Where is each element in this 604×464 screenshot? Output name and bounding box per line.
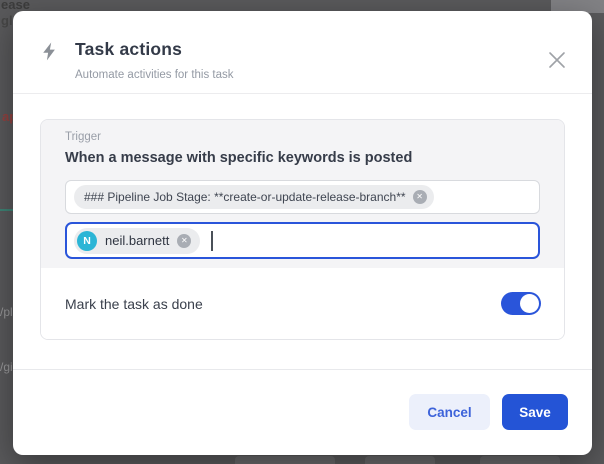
lightning-bolt-icon <box>42 42 56 66</box>
user-chip: N neil.barnett ✕ <box>74 228 200 254</box>
assignee-input[interactable]: N neil.barnett ✕ <box>65 222 540 259</box>
background-text-fragment: /pl <box>0 306 13 319</box>
remove-keyword-button[interactable]: ✕ <box>413 190 427 204</box>
background-divider <box>0 209 13 211</box>
mark-done-label: Mark the task as done <box>65 296 203 312</box>
background-shape <box>480 456 560 464</box>
cancel-button[interactable]: Cancel <box>409 394 490 430</box>
task-actions-modal: Task actions Automate activities for thi… <box>13 11 592 455</box>
trigger-section: Trigger When a message with specific key… <box>41 120 564 268</box>
remove-circle-icon: ✕ <box>181 237 188 245</box>
modal-header-text: Task actions Automate activities for thi… <box>75 40 547 82</box>
remove-circle-icon: ✕ <box>416 193 423 201</box>
save-button[interactable]: Save <box>502 394 568 430</box>
modal-body: Trigger When a message with specific key… <box>13 94 592 369</box>
modal-header: Task actions Automate activities for thi… <box>13 11 592 94</box>
trigger-card: Trigger When a message with specific key… <box>40 119 565 340</box>
user-chip-label: neil.barnett <box>105 233 169 248</box>
trigger-heading: When a message with specific keywords is… <box>65 149 540 168</box>
mark-done-toggle[interactable] <box>501 292 541 315</box>
background-text-fragment: /gi <box>0 361 13 374</box>
keyword-chip: ### Pipeline Job Stage: **create-or-upda… <box>74 185 434 209</box>
close-icon <box>548 51 566 69</box>
text-cursor <box>211 231 213 251</box>
modal-title: Task actions <box>75 40 547 59</box>
keyword-chip-label: ### Pipeline Job Stage: **create-or-upda… <box>84 190 406 204</box>
trigger-label: Trigger <box>65 131 540 144</box>
avatar: N <box>77 231 97 251</box>
background-shape <box>365 456 435 464</box>
mark-done-row: Mark the task as done <box>41 268 564 339</box>
close-button[interactable] <box>547 50 567 70</box>
modal-subtitle: Automate activities for this task <box>75 69 547 82</box>
remove-user-button[interactable]: ✕ <box>177 234 191 248</box>
keywords-input[interactable]: ### Pipeline Job Stage: **create-or-upda… <box>65 180 540 214</box>
modal-footer: Cancel Save <box>13 369 592 455</box>
toggle-knob <box>520 294 539 313</box>
background-text-fragment: ease <box>1 0 30 11</box>
background-shape <box>235 456 335 464</box>
